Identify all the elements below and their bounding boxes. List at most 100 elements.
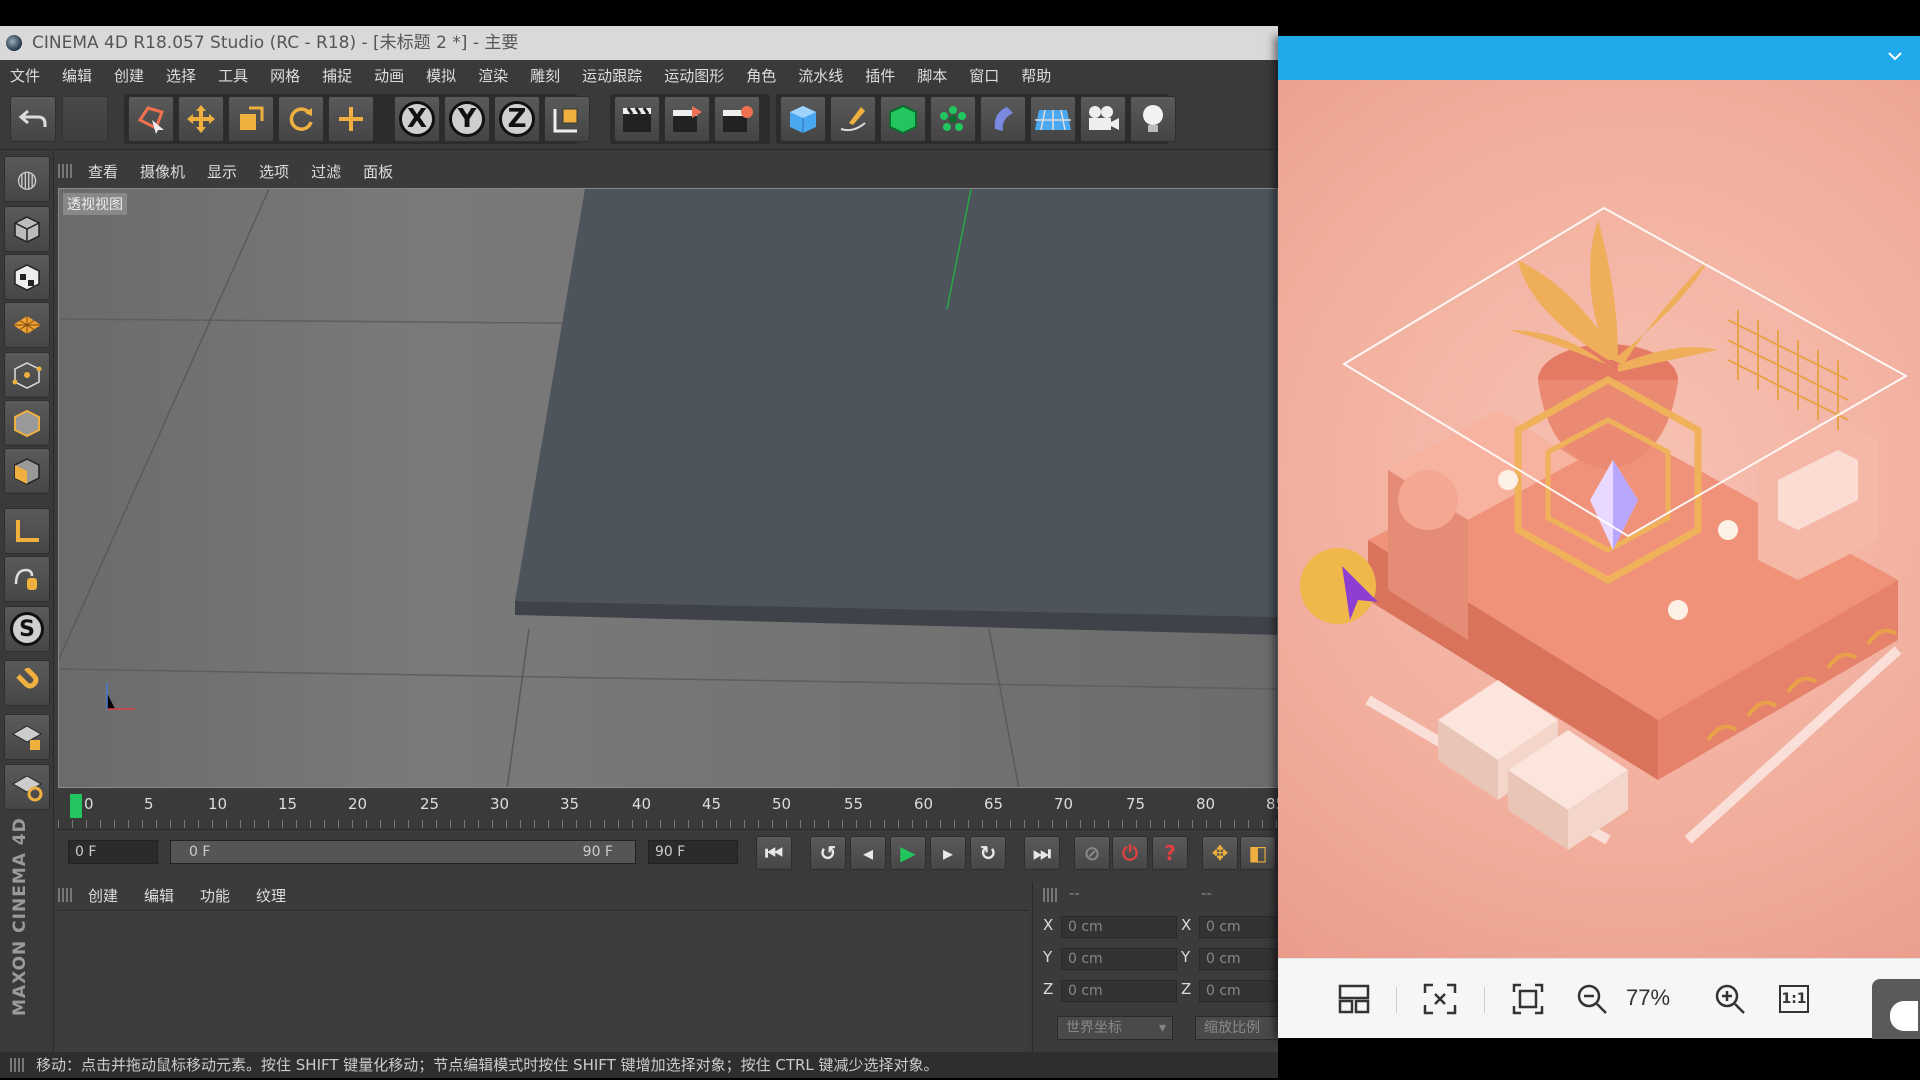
scale-mode-dropdown[interactable]: 缩放比例 (1195, 1016, 1279, 1040)
spline-pen-button[interactable] (830, 96, 876, 142)
material-manager-area[interactable] (58, 910, 1028, 1052)
undo-button[interactable] (10, 96, 56, 142)
panel-grip-icon[interactable] (1043, 888, 1057, 902)
z-axis-button[interactable]: Z (494, 96, 540, 142)
light-button[interactable] (1130, 96, 1176, 142)
next-frame-button[interactable]: ▸ (930, 836, 966, 870)
menu-edit[interactable]: 编辑 (62, 65, 92, 86)
menu-help[interactable]: 帮助 (1021, 65, 1051, 86)
scale-button[interactable] (228, 96, 274, 142)
subdivision-surface-button[interactable] (880, 96, 926, 142)
menu-simulate[interactable]: 模拟 (426, 65, 456, 86)
array-button[interactable] (930, 96, 976, 142)
workplane-button[interactable] (4, 302, 50, 348)
menu-window[interactable]: 窗口 (969, 65, 999, 86)
material-menu-edit[interactable]: 编辑 (144, 885, 174, 906)
render-picture-viewer-button[interactable] (664, 96, 710, 142)
material-menu-function[interactable]: 功能 (200, 885, 230, 906)
menu-file[interactable]: 文件 (10, 65, 40, 86)
menu-pipeline[interactable]: 流水线 (798, 65, 843, 86)
menu-animate[interactable]: 动画 (374, 65, 404, 86)
menu-mograph[interactable]: 运动图形 (664, 65, 724, 86)
x-axis-button[interactable]: X (394, 96, 440, 142)
menu-tools[interactable]: 工具 (218, 65, 248, 86)
next-key-button[interactable]: ↻ (970, 836, 1006, 870)
magnet-button[interactable] (4, 660, 50, 706)
rotate-button[interactable] (278, 96, 324, 142)
size-z-field[interactable]: 0 cm (1199, 980, 1279, 1002)
viewport-menu-cameras[interactable]: 摄像机 (140, 161, 185, 182)
axis-mode-button[interactable] (4, 508, 50, 554)
coordinate-system-button[interactable] (544, 96, 590, 142)
menu-render[interactable]: 渲染 (478, 65, 508, 86)
make-editable-button[interactable]: ◍ (4, 156, 50, 202)
preview-range-slider[interactable]: 0 F 90 F (170, 840, 636, 864)
current-frame-field[interactable]: 0 F (68, 840, 158, 864)
cube-button[interactable] (780, 96, 826, 142)
actual-size-button[interactable]: 1:1 (1774, 979, 1814, 1019)
y-axis-button[interactable]: Y (444, 96, 490, 142)
move-button[interactable] (178, 96, 224, 142)
menu-script[interactable]: 脚本 (917, 65, 947, 86)
timeline-playhead[interactable] (70, 794, 82, 818)
menu-character[interactable]: 角色 (746, 65, 776, 86)
actual-frame-button[interactable] (1508, 979, 1548, 1019)
panel-grip-icon[interactable] (58, 888, 72, 902)
coordinate-mode-dropdown[interactable]: 世界坐标 ▾ (1057, 1016, 1173, 1040)
keyframe-selection-button[interactable]: ? (1152, 836, 1188, 870)
previous-key-button[interactable]: ↺ (810, 836, 846, 870)
timeline-ruler[interactable]: 0 5 10 15 20 25 30 35 40 45 50 55 60 65 … (58, 792, 1285, 830)
auto-key-button[interactable]: ⏻ (1112, 836, 1148, 870)
planar-workplane-button[interactable] (4, 764, 50, 810)
key-scale-button[interactable]: ◧ (1240, 836, 1276, 870)
goto-end-button[interactable]: ⏭ (1024, 836, 1060, 870)
polygons-mode-button[interactable] (4, 448, 50, 494)
perspective-viewport[interactable]: 透视视图 (58, 188, 1278, 788)
floor-button[interactable] (1030, 96, 1076, 142)
material-menu-texture[interactable]: 纹理 (256, 885, 286, 906)
position-z-field[interactable]: 0 cm (1061, 980, 1177, 1002)
previous-frame-button[interactable]: ◂ (850, 836, 886, 870)
size-x-field[interactable]: 0 cm (1199, 916, 1279, 938)
live-selection-button[interactable] (128, 96, 174, 142)
goto-start-button[interactable]: ⏮ (756, 836, 792, 870)
edges-mode-button[interactable] (4, 400, 50, 446)
camera-button[interactable] (1080, 96, 1126, 142)
render-settings-button[interactable] (714, 96, 760, 142)
zoom-in-button[interactable] (1710, 979, 1750, 1019)
viewport-menu-filter[interactable]: 过滤 (311, 161, 341, 182)
menu-select[interactable]: 选择 (166, 65, 196, 86)
size-y-field[interactable]: 0 cm (1199, 948, 1279, 970)
recent-tool-button[interactable] (328, 96, 374, 142)
position-x-field[interactable]: 0 cm (1061, 916, 1177, 938)
viewer-collapse-button[interactable] (1884, 46, 1906, 68)
menu-motion-tracking[interactable]: 运动跟踪 (582, 65, 642, 86)
viewport-menu-panel[interactable]: 面板 (363, 161, 393, 182)
menu-create[interactable]: 创建 (114, 65, 144, 86)
locked-workplane-button[interactable] (4, 714, 50, 760)
record-keys-button[interactable]: ⊘ (1074, 836, 1110, 870)
model-mode-button[interactable] (4, 206, 50, 252)
material-menu-create[interactable]: 创建 (88, 885, 118, 906)
viewport-menu-options[interactable]: 选项 (259, 161, 289, 182)
fit-screen-button[interactable] (1420, 979, 1460, 1019)
redo-button[interactable] (62, 96, 108, 142)
texture-mode-button[interactable] (4, 254, 50, 300)
menu-sculpt[interactable]: 雕刻 (530, 65, 560, 86)
viewport-menu-display[interactable]: 显示 (207, 161, 237, 182)
menu-mesh[interactable]: 网格 (270, 65, 300, 86)
layout-button[interactable] (1334, 979, 1374, 1019)
position-y-field[interactable]: 0 cm (1061, 948, 1177, 970)
snapping-button[interactable]: S (4, 606, 50, 652)
menu-snap[interactable]: 捕捉 (322, 65, 352, 86)
panel-grip-icon[interactable] (58, 164, 72, 178)
key-position-button[interactable]: ✥ (1202, 836, 1238, 870)
points-mode-button[interactable] (4, 352, 50, 398)
play-button[interactable]: ▶ (890, 836, 926, 870)
menu-plugins[interactable]: 插件 (865, 65, 895, 86)
viewer-side-handle[interactable] (1872, 979, 1920, 1039)
viewport-menu-view[interactable]: 查看 (88, 161, 118, 182)
max-frame-field[interactable]: 90 F (648, 840, 738, 864)
deformer-button[interactable] (980, 96, 1026, 142)
reference-image[interactable] (1278, 80, 1920, 958)
